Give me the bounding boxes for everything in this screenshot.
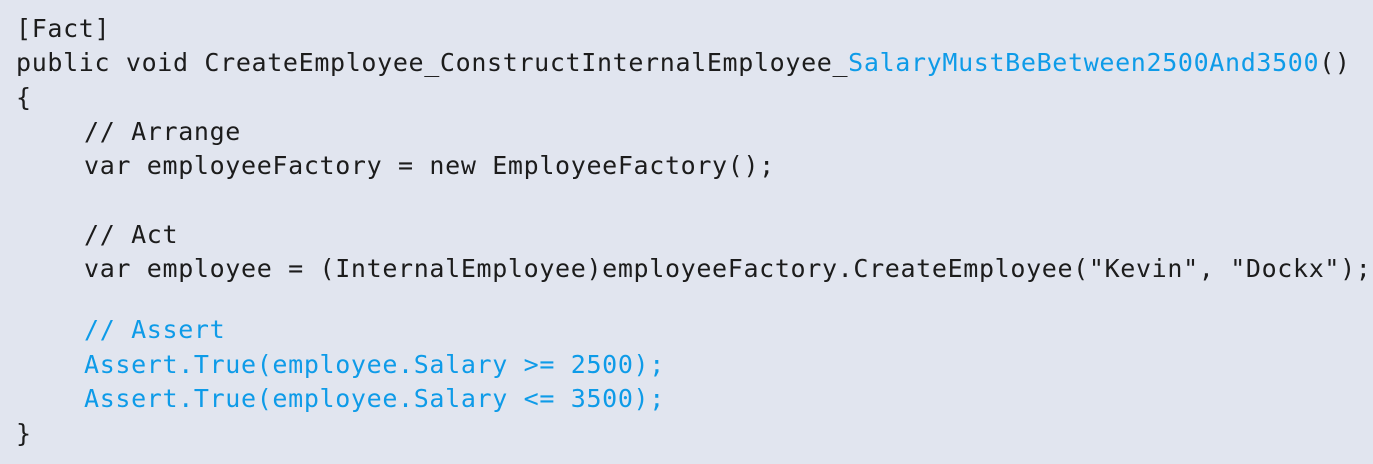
assert-statement-1: Assert.True(employee.Salary >= 2500);	[84, 350, 665, 379]
act-comment: // Act	[84, 220, 179, 249]
method-signature-prefix: public void CreateEmployee_ConstructInte…	[16, 48, 849, 77]
code-snippet: [Fact] public void CreateEmployee_Constr…	[0, 0, 1373, 464]
method-name-highlight: SalaryMustBeBetween2500And3500	[848, 48, 1320, 77]
attribute-line: [Fact]	[16, 14, 111, 43]
method-signature-line: public void CreateEmployee_ConstructInte…	[16, 46, 1351, 80]
assert-comment: // Assert	[84, 315, 226, 344]
arrange-statement: var employeeFactory = new EmployeeFactor…	[84, 151, 775, 180]
close-brace: }	[16, 419, 32, 448]
method-signature-suffix: ()	[1319, 48, 1351, 77]
arrange-comment: // Arrange	[84, 117, 242, 146]
open-brace: {	[16, 83, 32, 112]
assert-statement-2: Assert.True(employee.Salary <= 3500);	[84, 384, 665, 413]
act-statement: var employee = (InternalEmployee)employe…	[84, 254, 1372, 283]
